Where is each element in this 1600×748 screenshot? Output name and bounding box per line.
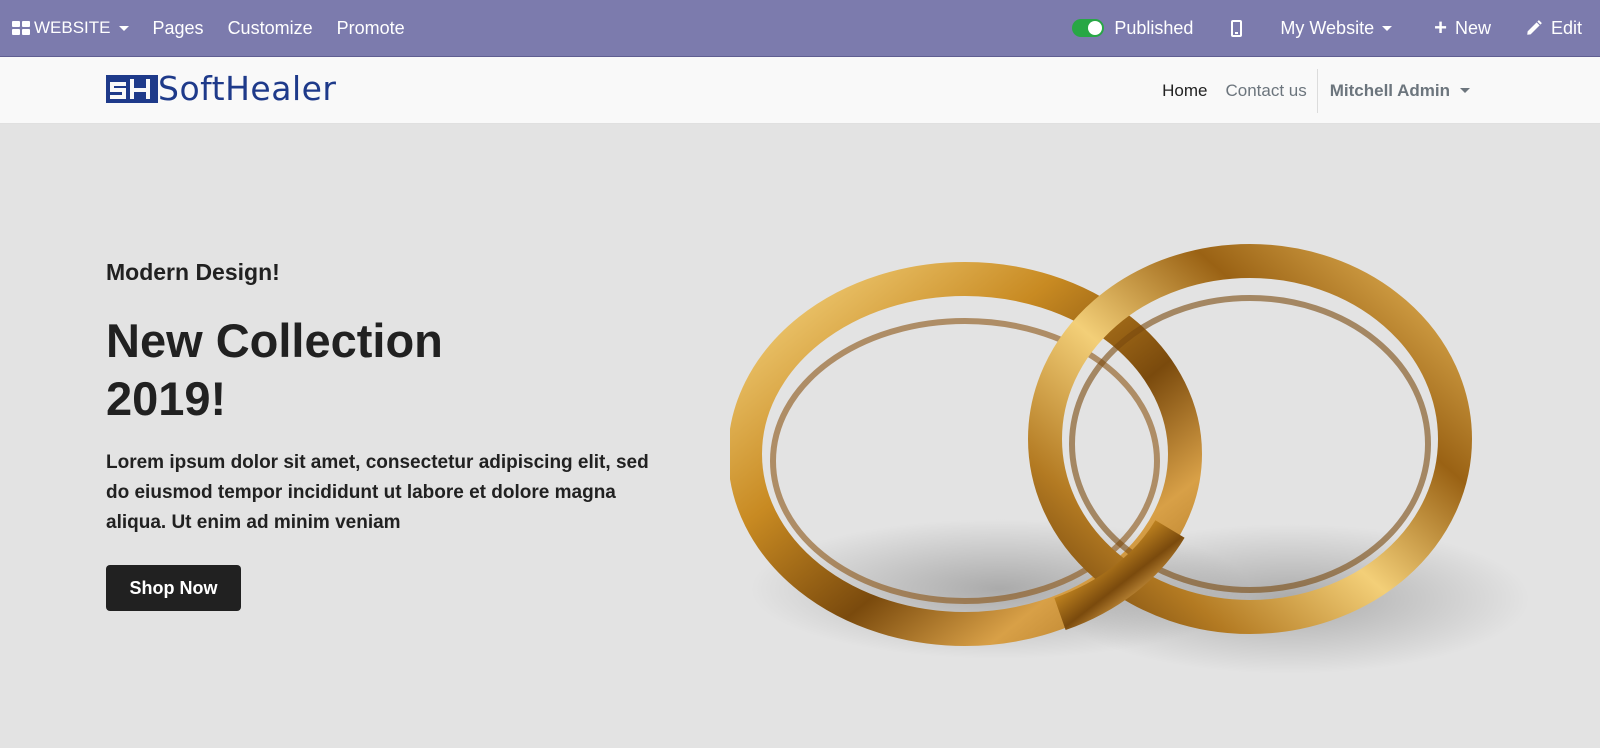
gold-wedding-rings-image [730, 244, 1530, 674]
toggle-switch-icon [1072, 19, 1105, 37]
softhealer-logo-mark-icon [106, 75, 158, 103]
hero-section: Modern Design! New Collection 2019! Lore… [0, 124, 1600, 748]
shop-now-button[interactable]: Shop Now [106, 565, 241, 611]
edit-button[interactable]: Edit [1513, 0, 1594, 56]
chevron-down-icon [1382, 25, 1393, 31]
hero-subtitle: Modern Design! [106, 259, 280, 285]
pencil-icon [1527, 20, 1542, 35]
nav-contact-link[interactable]: Contact us [1225, 81, 1316, 101]
published-label: Published [1114, 17, 1194, 38]
edit-label: Edit [1550, 17, 1582, 38]
hero-title: New Collection 2019! [106, 314, 443, 425]
main-nav: Home Contact us Mitchell Admin [1162, 57, 1470, 124]
mobile-preview-button[interactable] [1205, 0, 1268, 56]
user-name: Mitchell Admin [1329, 80, 1450, 100]
promote-menu[interactable]: Promote [325, 0, 417, 56]
apps-grid-icon [12, 21, 30, 35]
logo[interactable]: SoftHealer [106, 69, 337, 105]
new-button[interactable]: + New [1412, 0, 1513, 56]
website-menu[interactable]: WEBSITE [0, 0, 141, 56]
mobile-phone-icon [1231, 19, 1243, 37]
nav-divider [1316, 68, 1318, 113]
chevron-down-icon [1460, 88, 1470, 93]
pages-menu[interactable]: Pages [141, 0, 216, 56]
my-website-label: My Website [1280, 17, 1375, 38]
site-header: SoftHealer Home Contact us Mitchell Admi… [0, 57, 1600, 124]
user-menu[interactable]: Mitchell Admin [1330, 81, 1470, 101]
customize-menu[interactable]: Customize [216, 0, 325, 56]
chevron-down-icon [118, 25, 129, 31]
website-menu-label: WEBSITE [34, 18, 111, 37]
new-label: New [1454, 17, 1491, 38]
admin-bar: WEBSITE Pages Customize Promote Publishe… [0, 0, 1600, 57]
logo-text: SoftHealer [158, 69, 337, 108]
published-toggle[interactable]: Published [1060, 0, 1205, 56]
my-website-menu[interactable]: My Website [1268, 0, 1412, 56]
nav-home-link[interactable]: Home [1162, 81, 1207, 101]
plus-icon: + [1434, 15, 1447, 40]
hero-text: Lorem ipsum dolor sit amet, consectetur … [106, 452, 649, 533]
